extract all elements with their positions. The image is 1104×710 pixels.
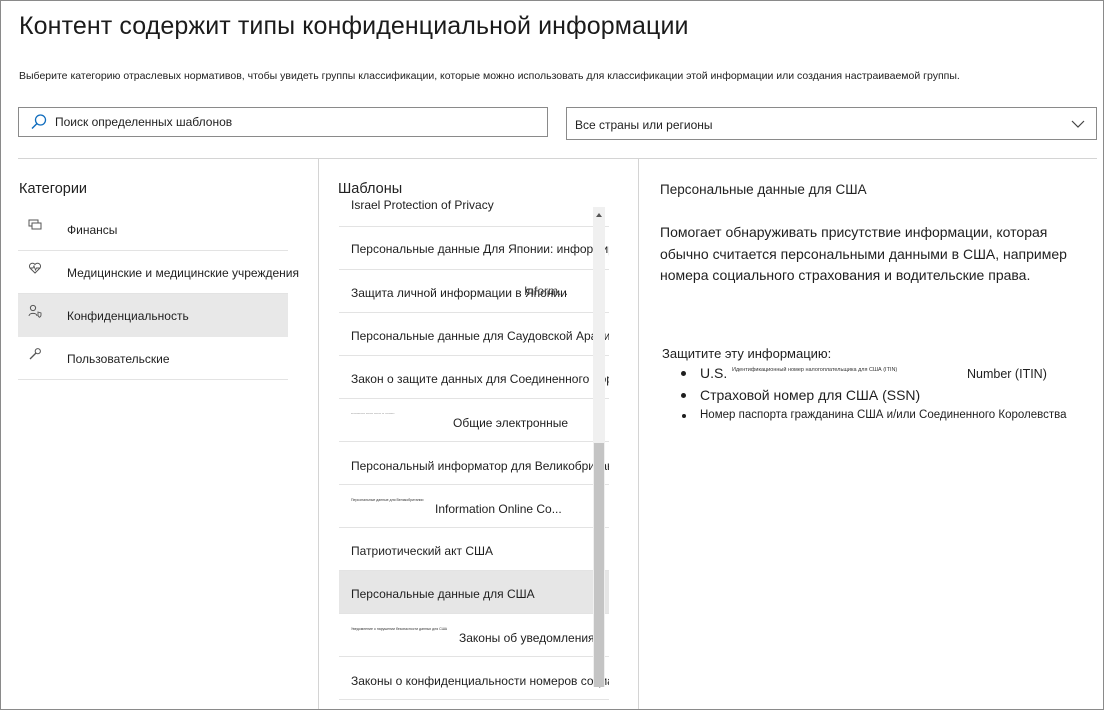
category-list: Финансы Медицинские и медицинские учрежд… <box>18 208 299 380</box>
page-subtitle: Выберите категорию отраслевых нормативов… <box>19 70 960 82</box>
triangle-up-icon <box>596 213 602 217</box>
template-label: Israel Protection of Privacy <box>351 199 494 212</box>
category-item-privacy[interactable]: Конфиденциальность <box>18 294 288 337</box>
category-item-finance[interactable]: Финансы <box>18 208 288 251</box>
template-item[interactable]: ------------ ------ ------ -- -------- О… <box>339 399 609 442</box>
template-label: Патриотический акт США <box>351 544 493 558</box>
category-label: Конфиденциальность <box>67 309 189 323</box>
template-label: Персональные данные для Саудовской Арави… <box>351 329 609 343</box>
template-label: Закон о защите данных для Соединенного К… <box>351 372 609 386</box>
bullet-dot <box>681 371 686 376</box>
sensitive-type-suffix: Number (ITIN) <box>967 367 1047 381</box>
template-label: Законы об уведомлениях <box>459 631 601 645</box>
template-item[interactable]: Israel Protection of Privacy <box>339 199 609 227</box>
template-item[interactable]: Законы о конфиденциальности номеров соци… <box>339 657 609 700</box>
divider-vertical-left <box>318 159 319 709</box>
template-label: Персональные данные для США <box>351 587 535 601</box>
template-item[interactable]: Закон о защите данных для Соединенного К… <box>339 356 609 399</box>
category-label: Пользовательские <box>67 352 170 366</box>
template-item[interactable]: Персональные данные для Великобритании I… <box>339 485 609 528</box>
divider-vertical-right <box>638 159 639 709</box>
template-search-box[interactable] <box>18 107 548 137</box>
template-label: Законы о конфиденциальности номеров соци… <box>351 674 609 688</box>
chevron-down-icon <box>1071 120 1085 128</box>
search-icon <box>31 114 47 129</box>
sensitive-type-label: Номер паспорта гражданина США и/или Соед… <box>700 409 1067 421</box>
template-item-selected[interactable]: Персональные данные для США <box>339 571 609 614</box>
search-input[interactable] <box>55 115 515 129</box>
bullet-dot <box>681 393 686 398</box>
protect-label: Защитите эту информацию: <box>662 346 832 361</box>
template-label: Information Online Co... <box>435 502 562 516</box>
bullet-dot <box>682 414 686 418</box>
template-tiny-label: ------------ ------ ------ -- -------- <box>351 411 395 415</box>
template-item[interactable]: Защита личной информации в Японии Inform… <box>339 270 609 313</box>
template-item[interactable]: Патриотический акт США <box>339 528 609 571</box>
template-item[interactable]: Персональные данные для Саудовской Арави… <box>339 313 609 356</box>
finance-icon <box>28 219 42 230</box>
template-list: Israel Protection of Privacy Персональны… <box>339 199 609 709</box>
detail-description: Помогает обнаруживать присутствие информ… <box>660 224 1067 283</box>
template-label: Персональный информатор для Великобритан… <box>351 459 609 473</box>
categories-heading: Категории <box>19 181 88 197</box>
region-dropdown[interactable]: Все страны или регионы <box>566 107 1097 140</box>
template-tiny-label: Персональные данные для Великобритании <box>351 498 424 502</box>
templates-heading: Шаблоны <box>338 181 403 197</box>
category-label: Медицинские и медицинские учреждения <box>67 266 299 280</box>
dialog-window: Контент содержит типы конфиденциальной и… <box>0 0 1104 710</box>
template-scrollbar-thumb[interactable] <box>594 443 604 687</box>
sensitive-type-prefix: U.S. <box>700 365 728 381</box>
template-tiny-label: Уведомление о нарушении безопасности дан… <box>351 627 448 631</box>
divider-horizontal <box>18 158 1097 159</box>
sensitive-type-tiny-label: Идентификационный номер налогоплательщик… <box>732 367 898 373</box>
template-item[interactable]: Уведомление о нарушении безопасности дан… <box>339 614 609 657</box>
region-selected-value: Все страны или регионы <box>575 117 713 132</box>
heart-icon <box>28 262 42 274</box>
template-label-overlay: Inform... <box>524 284 569 298</box>
scroll-up-button[interactable] <box>593 207 605 223</box>
detail-title: Персональные данные для США <box>660 182 867 197</box>
person-shield-icon <box>28 304 42 318</box>
category-label: Финансы <box>67 223 118 237</box>
page-title: Контент содержит типы конфиденциальной и… <box>19 12 689 40</box>
category-item-healthcare[interactable]: Медицинские и медицинские учреждения <box>18 251 299 294</box>
template-label: Персональные данные Для Японии: информир… <box>351 242 609 256</box>
template-label: Общие электронные <box>453 416 569 430</box>
wrench-icon <box>29 348 41 360</box>
template-item[interactable]: Персональные данные Для Японии: информир… <box>339 227 609 270</box>
template-item[interactable]: Персональный информатор для Великобритан… <box>339 442 609 485</box>
sensitive-type-label: Страховой номер для США (SSN) <box>700 387 921 403</box>
category-item-custom[interactable]: Пользовательские <box>18 337 288 380</box>
